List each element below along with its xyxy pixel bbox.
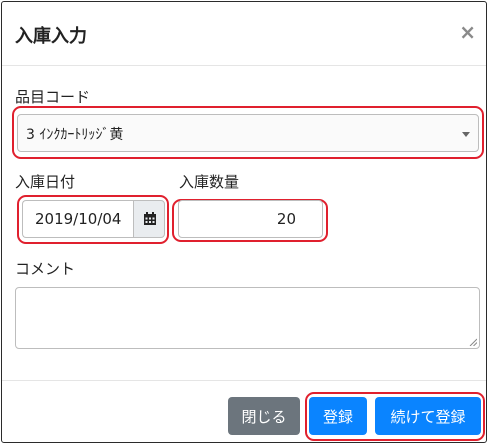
item-code-select[interactable]: 3 ｲﾝｸｶｰﾄﾘｯｼﾞ黄 <box>17 114 479 152</box>
item-code-label: 品目コード <box>15 88 91 106</box>
item-code-value: 3 ｲﾝｸｶｰﾄﾘｯｼﾞ黄 <box>26 127 124 143</box>
quantity-input[interactable]: 20 <box>178 200 323 238</box>
calendar-icon <box>144 212 156 225</box>
calendar-button[interactable] <box>133 200 165 238</box>
close-icon[interactable]: × <box>459 20 476 44</box>
dialog-header: 入庫入力 × <box>2 2 486 66</box>
quantity-value: 20 <box>276 210 296 228</box>
comment-textarea[interactable] <box>15 287 480 349</box>
register-continue-button[interactable]: 続けて登録 <box>375 397 481 435</box>
footer-divider <box>2 380 486 381</box>
comment-label: コメント <box>15 260 76 278</box>
dialog-title: 入庫入力 <box>15 26 87 47</box>
entry-date-value: 2019/10/04 <box>35 210 122 228</box>
stock-entry-dialog: 入庫入力 × 品目コード 3 ｲﾝｸｶｰﾄﾘｯｼﾞ黄 入庫日付 2019/10/… <box>1 1 487 443</box>
entry-date-input[interactable]: 2019/10/04 <box>22 200 133 238</box>
entry-date-label: 入庫日付 <box>15 173 76 191</box>
close-button-label: 閉じる <box>241 408 287 426</box>
quantity-label: 入庫数量 <box>179 173 240 191</box>
resize-handle-icon[interactable] <box>469 338 477 346</box>
register-button[interactable]: 登録 <box>309 397 367 435</box>
chevron-down-icon <box>462 132 470 137</box>
close-button[interactable]: 閉じる <box>228 397 300 435</box>
register-continue-button-label: 続けて登録 <box>390 408 466 426</box>
register-button-label: 登録 <box>322 408 353 426</box>
